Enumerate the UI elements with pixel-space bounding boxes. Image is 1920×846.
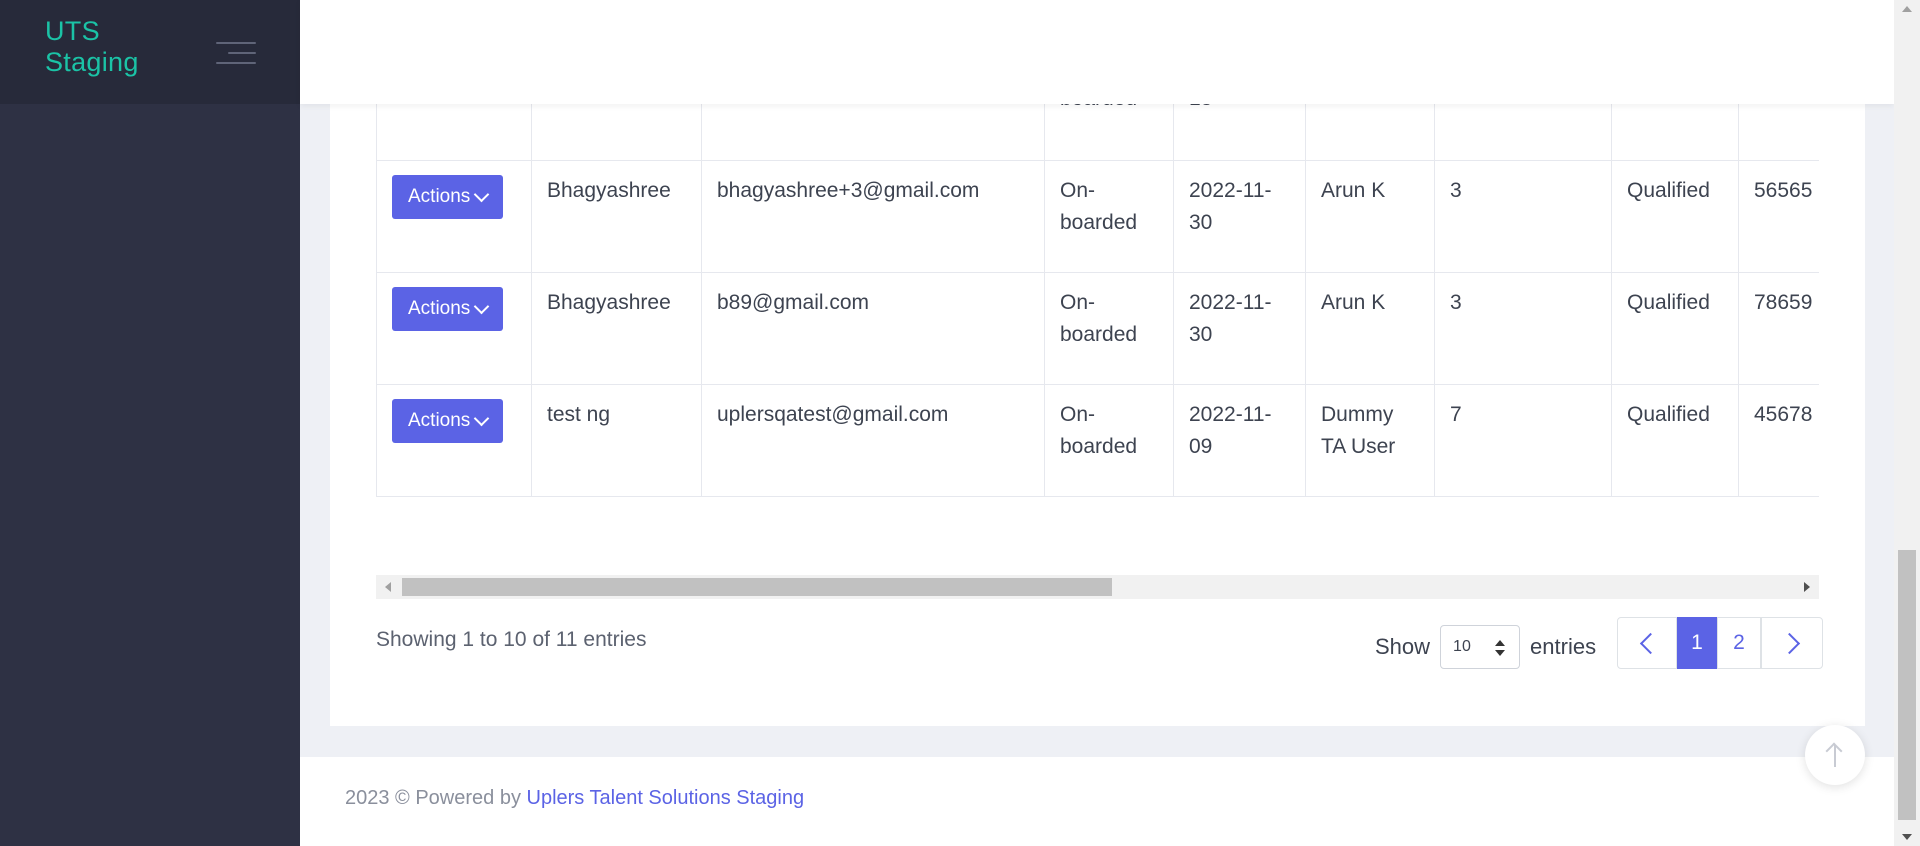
cell-date: 2022-11-30 — [1173, 160, 1306, 273]
cell-status: On-boarded — [1044, 272, 1174, 385]
footer-text: 2023 © Powered by Uplers Talent Solution… — [345, 787, 804, 810]
cell-ta: Arun K — [1305, 272, 1435, 385]
arrow-up-icon — [1834, 745, 1836, 767]
next-page-button[interactable] — [1761, 617, 1823, 669]
cell-status: On-boarded — [1044, 384, 1174, 497]
vertical-scrollbar[interactable] — [1894, 0, 1920, 846]
chevron-down-icon — [474, 410, 490, 427]
cell-name: Bhagyashree — [531, 160, 702, 273]
cell-phone: 78659 — [1738, 272, 1819, 385]
footer: 2023 © Powered by Uplers Talent Solution… — [300, 757, 1894, 846]
cell-phone: 45678 — [1738, 384, 1819, 497]
cell-date: 2022-11-30 — [1173, 272, 1306, 385]
cell-result: Qualified — [1611, 160, 1739, 273]
cell-result: Qualified — [1611, 384, 1739, 497]
show-label: Show — [1375, 634, 1431, 659]
page-1-button[interactable]: 1 — [1677, 617, 1717, 669]
cell-name: Bhagyashree — [531, 272, 702, 385]
table-row: Actions Bhagyashree bhagyashree+3@gmail.co… — [376, 160, 1819, 273]
footer-copyright: 2023 © Powered by — [345, 787, 527, 809]
sidebar-header: UTS Staging — [0, 0, 300, 104]
actions-button[interactable]: Actions — [392, 175, 504, 219]
actions-label: Actions — [408, 410, 471, 431]
actions-cell: Actions — [376, 160, 532, 273]
horizontal-scrollbar[interactable] — [376, 575, 1819, 599]
page-length-control: Show 10 entries — [1375, 625, 1596, 669]
cell-result: Qualified — [1611, 272, 1739, 385]
cell-ta: Arun K — [1305, 160, 1435, 273]
brand-logo[interactable]: UTS Staging — [45, 16, 139, 78]
previous-page-button[interactable] — [1617, 617, 1677, 669]
chevron-down-icon — [474, 186, 490, 203]
actions-button[interactable]: Actions — [392, 399, 504, 443]
brand-line-2: Staging — [45, 47, 139, 77]
cell-count: 3 — [1434, 272, 1612, 385]
scroll-left-icon[interactable] — [385, 582, 391, 592]
topbar — [300, 0, 1894, 104]
chevron-left-icon — [1639, 632, 1661, 654]
data-table-wrapper: Actionssoumya testsoumya.s@uplers.inOn-b… — [376, 70, 1819, 572]
chevron-right-icon — [1778, 632, 1800, 654]
pagination: 1 2 — [1617, 617, 1823, 669]
cell-ta: Dummy TA User — [1305, 384, 1435, 497]
table-info: Showing 1 to 10 of 11 entries — [376, 628, 647, 651]
cell-email: uplersqatest@gmail.com — [701, 384, 1045, 497]
footer-link[interactable]: Uplers Talent Solutions Staging — [527, 787, 805, 809]
cell-count: 7 — [1434, 384, 1612, 497]
scrollbar-thumb[interactable] — [402, 578, 1112, 596]
actions-label: Actions — [408, 298, 471, 319]
entries-select[interactable]: 10 — [1440, 625, 1521, 669]
actions-label: Actions — [408, 186, 471, 207]
data-table: Actionssoumya testsoumya.s@uplers.inOn-b… — [376, 70, 1819, 497]
sidebar: UTS Staging — [0, 0, 300, 846]
scroll-down-icon[interactable] — [1902, 834, 1912, 840]
table-row: Actions test ng uplersqatest@gmail.com On-b… — [376, 384, 1819, 497]
cell-email: bhagyashree+3@gmail.com — [701, 160, 1045, 273]
table-row: Actions Bhagyashree b89@gmail.com On-boarde… — [376, 272, 1819, 385]
scroll-right-icon[interactable] — [1804, 582, 1810, 592]
cell-email: b89@gmail.com — [701, 272, 1045, 385]
scroll-up-icon[interactable] — [1902, 6, 1912, 12]
cell-date: 2022-11-09 — [1173, 384, 1306, 497]
chevron-down-icon — [474, 298, 490, 315]
actions-button[interactable]: Actions — [392, 287, 504, 331]
vertical-scrollbar-thumb[interactable] — [1898, 550, 1916, 820]
back-to-top-button[interactable] — [1805, 725, 1865, 785]
actions-cell: Actions — [376, 384, 532, 497]
cell-status: On-boarded — [1044, 160, 1174, 273]
brand-line-1: UTS — [45, 16, 100, 46]
cell-phone: 56565 — [1738, 160, 1819, 273]
cell-name: test ng — [531, 384, 702, 497]
entries-label: entries — [1530, 634, 1597, 659]
page-2-button[interactable]: 2 — [1717, 617, 1761, 669]
menu-toggle-icon[interactable] — [214, 38, 256, 68]
actions-cell: Actions — [376, 272, 532, 385]
cell-count: 3 — [1434, 160, 1612, 273]
